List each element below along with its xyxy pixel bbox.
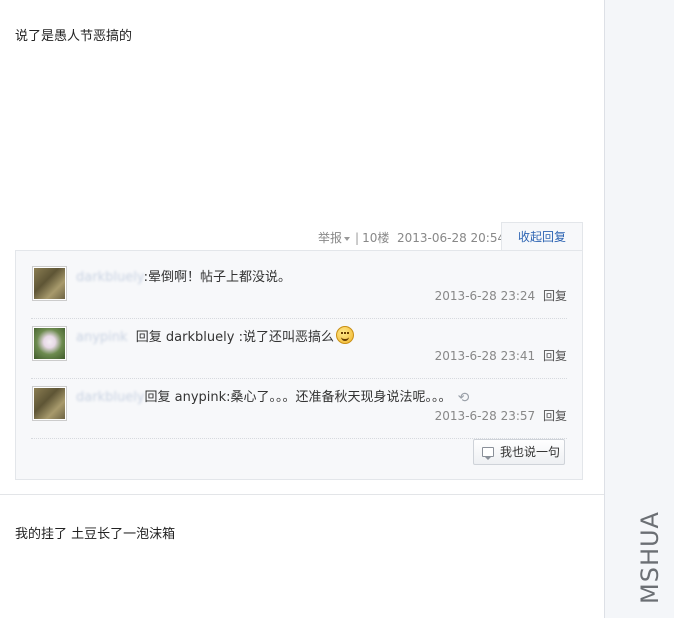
reply-button[interactable]: 回复 xyxy=(543,409,567,423)
reply-username[interactable]: darkbluely xyxy=(76,390,145,405)
chat-bubble-icon xyxy=(482,447,494,460)
post-meta: 举报 | 10楼 2013-06-28 20:54 xyxy=(318,229,505,246)
refresh-icon: ⟲ xyxy=(457,390,470,406)
avatar[interactable] xyxy=(32,326,67,361)
reply-item: darkbluely回复 anypink:桑心了。。。还准备秋天现身说法呢。。。… xyxy=(31,379,567,439)
reply-list: darkbluely:晕倒啊！帖子上都没说。 2013-6-28 23:24 回… xyxy=(15,250,583,480)
add-comment-button[interactable]: 我也说一句 xyxy=(473,439,565,465)
reply-text-line: darkbluely回复 anypink:桑心了。。。还准备秋天现身说法呢。。。… xyxy=(76,386,469,406)
collapse-replies-button[interactable]: 收起回复 xyxy=(501,222,583,251)
reply-time: 2013-6-28 23:41 xyxy=(434,349,536,363)
add-comment-label: 我也说一句 xyxy=(500,445,561,459)
report-link[interactable]: 举报 xyxy=(318,231,342,245)
post-content: 我的挂了 土豆长了一泡沫箱 xyxy=(15,527,176,542)
reply-button[interactable]: 回复 xyxy=(543,289,567,303)
reply-text: :晕倒啊！帖子上都没说。 xyxy=(143,270,291,285)
reply-text-line: anypink 回复 darkbluely :说了还叫恶搞么 xyxy=(76,326,354,345)
floor-number: 10楼 xyxy=(362,231,390,245)
post-area: 说了是愚人节恶搞的 举报 | 10楼 2013-06-28 20:54 收起回复 d… xyxy=(0,0,604,618)
reply-username[interactable]: darkbluely xyxy=(76,270,144,285)
avatar[interactable] xyxy=(32,266,67,301)
watermark-text: MSHUA xyxy=(636,511,664,604)
flower-avatar-image xyxy=(34,328,65,359)
post-tail-bar: 举报 | 10楼 2013-06-28 20:54 收起回复 xyxy=(300,222,583,251)
reply-prefix: 回复 anypink xyxy=(144,390,227,405)
reply-meta: 2013-6-28 23:57 回复 xyxy=(435,407,567,424)
cat-avatar-image xyxy=(34,268,65,299)
post-timestamp: 2013-06-28 20:54 xyxy=(396,231,506,245)
cat-avatar-image xyxy=(34,388,65,419)
reply-text: :桑心了。。。还准备秋天现身说法呢。。。 xyxy=(226,390,452,405)
reply-item: darkbluely:晕倒啊！帖子上都没说。 2013-6-28 23:24 回… xyxy=(31,259,567,319)
post-content: 说了是愚人节恶搞的 xyxy=(15,29,133,44)
smiley-icon xyxy=(335,326,354,344)
post-divider xyxy=(0,494,604,495)
reply-meta: 2013-6-28 23:24 回复 xyxy=(435,287,567,304)
reply-prefix: 回复 darkbluely xyxy=(135,330,239,345)
reply-text: :说了还叫恶搞么 xyxy=(238,330,334,345)
reply-time: 2013-6-28 23:24 xyxy=(434,289,536,303)
chevron-down-icon[interactable] xyxy=(344,236,351,241)
meta-separator: | xyxy=(355,231,360,245)
reply-item: anypink 回复 darkbluely :说了还叫恶搞么 2013-6-28… xyxy=(31,319,567,379)
reply-text-line: darkbluely:晕倒啊！帖子上都没说。 xyxy=(76,266,291,285)
reply-button[interactable]: 回复 xyxy=(543,349,567,363)
reply-time: 2013-6-28 23:57 xyxy=(434,409,536,423)
avatar[interactable] xyxy=(32,386,67,421)
reply-username[interactable]: anypink xyxy=(76,330,128,345)
watermark: MSHUA xyxy=(624,500,674,610)
reply-meta: 2013-6-28 23:41 回复 xyxy=(435,347,567,364)
